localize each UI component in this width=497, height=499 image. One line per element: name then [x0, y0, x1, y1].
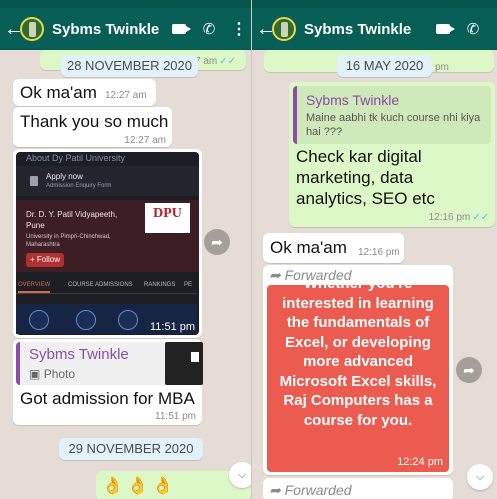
- screenshot-tab-bar: OVERVIEW COURSE ADMISSIONS RANKINGS PE: [16, 280, 197, 294]
- scroll-down-icon[interactable]: ⌵: [229, 462, 251, 488]
- read-ticks-icon: ✓✓: [219, 56, 236, 67]
- contact-avatar[interactable]: [272, 17, 296, 41]
- message-time: 12:16 pm ✓✓: [428, 212, 489, 223]
- quoted-photo-thumbnail: [165, 342, 203, 385]
- read-ticks-icon: ✓✓: [472, 212, 489, 223]
- message-text: Ok ma'am: [20, 83, 97, 102]
- date-divider: 28 NOVEMBER 2020: [61, 55, 198, 77]
- apply-now-subtitle: Admission Enquiry Form: [46, 183, 112, 189]
- share-forward-icon[interactable]: ➦: [456, 357, 482, 383]
- apply-row: [16, 166, 199, 196]
- camera-icon: ▣: [29, 367, 41, 381]
- image-time: 11:51 pm: [150, 321, 196, 333]
- date-divider: 16 MAY 2020: [337, 55, 432, 77]
- status-bar: [252, 0, 497, 8]
- tab-course-admissions: COURSE ADMISSIONS: [68, 282, 133, 288]
- form-icon: [30, 176, 38, 186]
- tab-overview: OVERVIEW: [18, 282, 51, 293]
- back-arrow-icon[interactable]: ←: [4, 19, 24, 39]
- right-chat-pane: ← Sybms Twinkle ✆ 16 MAY 2020 pm Sybms T…: [251, 0, 497, 499]
- quoted-message-text: Maine aabhi tk kuch course nhi kiya hai …: [306, 112, 481, 138]
- contact-name[interactable]: Sybms Twinkle: [304, 21, 425, 38]
- follow-button: + Follow: [26, 253, 64, 267]
- quoted-photo-label: ▣ Photo: [29, 367, 76, 381]
- video-call-icon[interactable]: [431, 17, 455, 41]
- message-text: Got admission for MBA: [20, 389, 195, 408]
- save-icon: [118, 310, 138, 330]
- message-text: Check kar digital marketing, data analyt…: [296, 147, 435, 208]
- apply-now-title: Apply now: [46, 172, 83, 181]
- more-options-icon[interactable]: ⋮: [227, 17, 251, 41]
- message-text: Thank you so much: [20, 112, 169, 131]
- poster-text: Whether you're interested in learning th…: [279, 285, 437, 429]
- contact-avatar[interactable]: [20, 17, 44, 41]
- message-time: 12:16 pm: [358, 247, 400, 258]
- college-location-line2: Maharashtra: [26, 242, 60, 248]
- ok-hand-emoji: 👌👌👌: [102, 476, 178, 495]
- college-location-line1: University in Pimpri-Chinchwad,: [26, 234, 111, 240]
- quoted-sender-name: Sybms Twinkle: [29, 346, 129, 363]
- video-call-icon[interactable]: [167, 17, 191, 41]
- message-bubble-incoming[interactable]: Ok ma'am 12:27 am: [13, 79, 156, 106]
- quoted-message[interactable]: Sybms Twinkle Maine aabhi tk kuch course…: [293, 86, 491, 144]
- message-bubble-outgoing[interactable]: 👌👌👌: [96, 471, 251, 499]
- message-bubble-incoming[interactable]: Thank you so much 12:27 am: [13, 107, 172, 147]
- forward-arrow-icon: ➦: [269, 482, 281, 498]
- dpu-logo: DPU: [145, 203, 190, 233]
- voice-call-icon[interactable]: ✆: [461, 17, 485, 41]
- screenshot-header-text: About Dy Patil University: [26, 153, 126, 163]
- left-chat-pane: ← Sybms Twinkle ✆ ⋮ 27 am ✓✓ 28 NOVEMBER …: [0, 0, 251, 499]
- voice-call-icon[interactable]: ✆: [197, 17, 221, 41]
- back-arrow-icon[interactable]: ←: [256, 19, 276, 39]
- tab-pe: PE: [184, 282, 193, 288]
- chat-header: ← Sybms Twinkle ✆: [252, 8, 497, 50]
- forwarded-message-bubble[interactable]: ➦ Forwarded: [263, 478, 453, 499]
- forwarded-label: ➦ Forwarded: [269, 267, 352, 283]
- quoted-message[interactable]: Sybms Twinkle ▣ Photo: [16, 342, 203, 385]
- message-text: Ok ma'am: [270, 238, 347, 257]
- quoted-sender-name: Sybms Twinkle: [306, 92, 400, 108]
- phone-icon: [29, 310, 49, 330]
- message-time: 11:51 pm: [155, 411, 196, 422]
- image-time: 12:24 pm: [397, 456, 443, 468]
- message-bubble-incoming[interactable]: Ok ma'am 12:16 pm: [263, 233, 404, 263]
- contact-name[interactable]: Sybms Twinkle: [52, 21, 161, 38]
- forward-arrow-icon: ➦: [269, 267, 281, 283]
- status-bar: [0, 0, 251, 8]
- college-name-line2: Pune: [26, 221, 45, 230]
- message-time: 12:27 am: [105, 90, 147, 101]
- scroll-down-icon[interactable]: ⌵: [467, 464, 493, 490]
- message-time: 12:27 am: [124, 135, 166, 146]
- forwarded-poster-image[interactable]: Whether you're interested in learning th…: [267, 285, 449, 472]
- reply-message-bubble[interactable]: Sybms Twinkle Maine aabhi tk kuch course…: [289, 82, 495, 227]
- date-suffix-text: pm: [435, 62, 449, 73]
- chat-header: ← Sybms Twinkle ✆ ⋮: [0, 8, 251, 50]
- share-forward-icon[interactable]: ➦: [204, 229, 230, 255]
- tab-rankings: RANKINGS: [144, 282, 176, 288]
- reply-message-bubble[interactable]: Sybms Twinkle ▣ Photo Got admission for …: [13, 339, 203, 425]
- forwarded-label: ➦ Forwarded: [269, 482, 352, 498]
- college-name-line1: Dr. D. Y. Patil Vidyapeeth,: [26, 210, 118, 219]
- directions-icon: [76, 310, 96, 330]
- date-divider: 29 NOVEMBER 2020: [59, 438, 203, 460]
